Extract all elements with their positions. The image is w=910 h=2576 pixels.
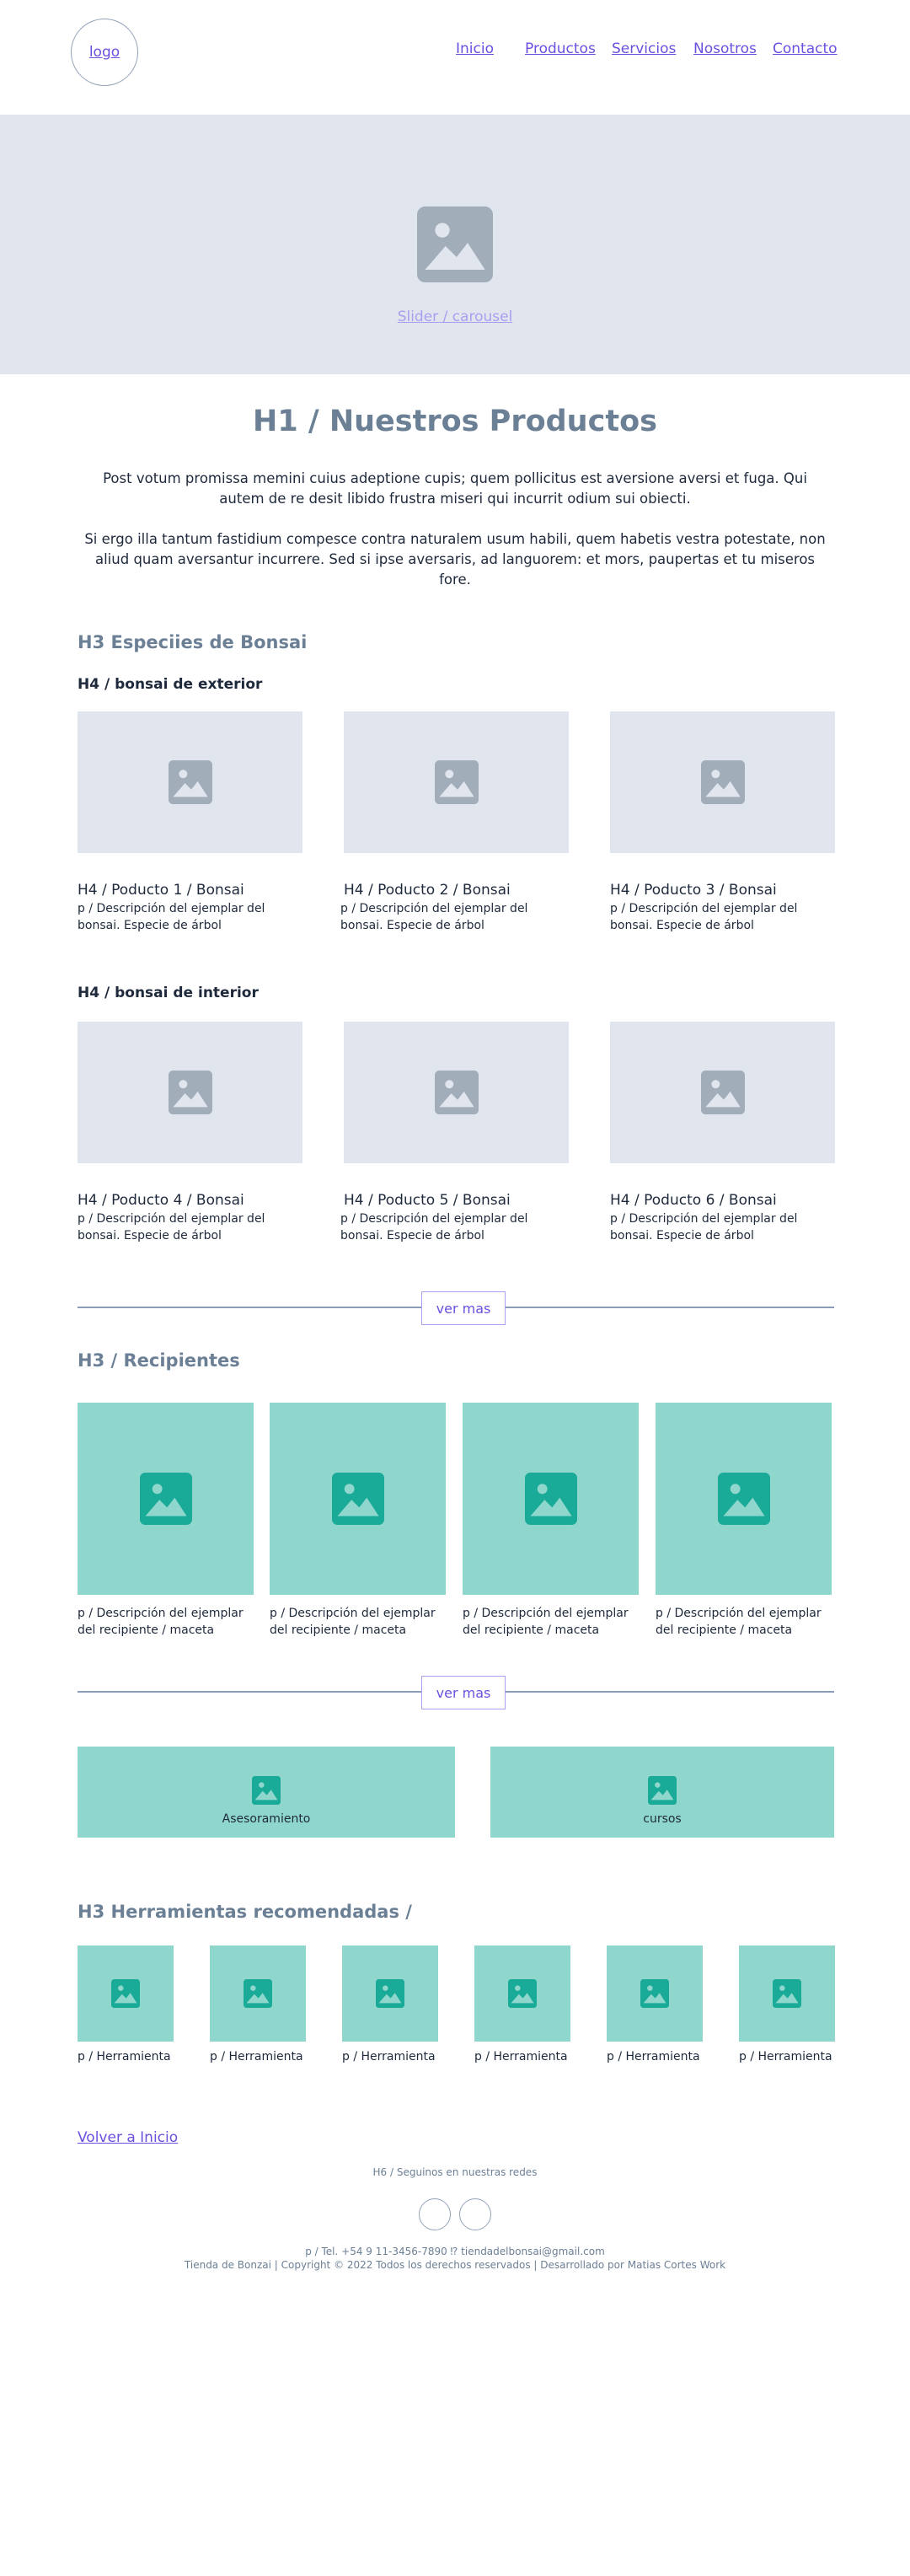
product-image[interactable]: [344, 1022, 569, 1163]
recipient-description: p / Descripción del ejemplar del recipie…: [78, 1607, 244, 1637]
page-title: H1 / Nuestros Productos: [253, 405, 657, 438]
recipientes-title: H3 / Recipientes: [78, 1350, 240, 1371]
image-placeholder-icon: [640, 1979, 669, 2008]
service-cursos[interactable]: cursos: [490, 1747, 834, 1838]
social-icon[interactable]: [419, 2198, 451, 2230]
product-image[interactable]: [610, 1022, 835, 1163]
tool-image[interactable]: [342, 1945, 438, 2042]
product-description: p / Descripción del ejemplar del bonsai.…: [340, 1212, 528, 1242]
tool-image[interactable]: [474, 1945, 570, 2042]
product-description: p / Descripción del ejemplar del bonsai.…: [610, 1212, 798, 1242]
service-asesoramiento[interactable]: Asesoramiento: [78, 1747, 455, 1838]
tool-image[interactable]: [607, 1945, 703, 2042]
image-placeholder-icon: [417, 207, 493, 282]
tool-label: p / Herramienta: [210, 2050, 303, 2063]
intro-paragraph-2: Si ergo illa tantum fastidium compesce c…: [84, 531, 826, 588]
tool-image[interactable]: [210, 1945, 306, 2042]
tool-label: p / Herramienta: [607, 2050, 700, 2063]
recipient-image[interactable]: [656, 1403, 832, 1595]
ver-mas-button[interactable]: ver mas: [421, 1291, 506, 1325]
recipient-image[interactable]: [463, 1403, 639, 1595]
recipient-description: p / Descripción del ejemplar del recipie…: [656, 1607, 822, 1637]
image-placeholder-icon: [252, 1776, 281, 1805]
image-placeholder-icon: [508, 1979, 537, 2008]
slider-caption[interactable]: Slider / carousel: [0, 309, 910, 325]
tool-image[interactable]: [78, 1945, 174, 2042]
image-placeholder-icon: [701, 760, 745, 804]
nav-productos[interactable]: Productos: [525, 40, 596, 57]
social-title: H6 / Seguinos en nuestras redes: [372, 2166, 538, 2178]
ver-mas-button[interactable]: ver mas: [421, 1676, 506, 1709]
nav-nosotros[interactable]: Nosotros: [693, 40, 757, 57]
contact-info: p / Tel. +54 9 11-3456-7890 ⁉ tiendadelb…: [305, 2246, 605, 2257]
product-description: p / Descripción del ejemplar del bonsai.…: [340, 902, 528, 932]
image-placeholder-icon: [718, 1473, 770, 1525]
image-placeholder-icon: [111, 1979, 140, 2008]
image-placeholder-icon: [376, 1979, 404, 2008]
image-placeholder-icon: [435, 760, 479, 804]
image-placeholder-icon: [169, 760, 212, 804]
image-placeholder-icon: [525, 1473, 577, 1525]
recipient-image[interactable]: [270, 1403, 446, 1595]
tool-label: p / Herramienta: [78, 2050, 171, 2063]
image-placeholder-icon: [244, 1979, 272, 2008]
product-title: H4 / Poducto 5 / Bonsai: [344, 1192, 511, 1209]
tool-label: p / Herramienta: [474, 2050, 568, 2063]
product-title: H4 / Poducto 4 / Bonsai: [78, 1192, 244, 1209]
product-description: p / Descripción del ejemplar del bonsai.…: [78, 1212, 265, 1242]
image-placeholder-icon: [332, 1473, 384, 1525]
product-title: H4 / Poducto 3 / Bonsai: [610, 882, 777, 899]
tool-image[interactable]: [739, 1945, 835, 2042]
product-description: p / Descripción del ejemplar del bonsai.…: [78, 902, 265, 932]
product-image[interactable]: [78, 1022, 302, 1163]
image-placeholder-icon: [701, 1071, 745, 1114]
back-to-home-link[interactable]: Volver a Inicio: [78, 2129, 178, 2146]
image-placeholder-icon: [773, 1979, 801, 2008]
product-image[interactable]: [610, 711, 835, 853]
image-placeholder-icon: [435, 1071, 479, 1114]
product-title: H4 / Poducto 1 / Bonsai: [78, 882, 244, 899]
nav-servicios[interactable]: Servicios: [612, 40, 676, 57]
recipient-description: p / Descripción del ejemplar del recipie…: [270, 1607, 436, 1637]
bonsai-section-title: H3 Especiies de Bonsai: [78, 632, 308, 652]
service-label: cursos: [643, 1812, 682, 1826]
intro-paragraph-1: Post votum promissa memini cuius adeptio…: [103, 470, 807, 507]
copyright: Tienda de Bonzai | Copyright © 2022 Todo…: [184, 2259, 726, 2271]
image-placeholder-icon: [140, 1473, 192, 1525]
interior-subtitle: H4 / bonsai de interior: [78, 985, 259, 1001]
product-image[interactable]: [78, 711, 302, 853]
hero-slider[interactable]: Slider / carousel: [0, 115, 910, 374]
product-title: H4 / Poducto 2 / Bonsai: [344, 882, 511, 899]
tools-title: H3 Herramientas recomendadas /: [78, 1902, 412, 1922]
recipient-image[interactable]: [78, 1403, 254, 1595]
image-placeholder-icon: [648, 1776, 677, 1805]
logo-link[interactable]: logo: [71, 19, 138, 86]
recipient-description: p / Descripción del ejemplar del recipie…: [463, 1607, 629, 1637]
nav-inicio[interactable]: Inicio: [456, 40, 494, 57]
tool-label: p / Herramienta: [342, 2050, 436, 2063]
image-placeholder-icon: [169, 1071, 212, 1114]
social-icon[interactable]: [459, 2198, 491, 2230]
service-label: Asesoramiento: [222, 1812, 311, 1826]
product-image[interactable]: [344, 711, 569, 853]
product-description: p / Descripción del ejemplar del bonsai.…: [610, 902, 798, 932]
product-title: H4 / Poducto 6 / Bonsai: [610, 1192, 777, 1209]
site-header: logo Inicio Productos Servicios Nosotros…: [0, 0, 910, 115]
tool-label: p / Herramienta: [739, 2050, 832, 2063]
exterior-subtitle: H4 / bonsai de exterior: [78, 676, 263, 693]
nav-contacto[interactable]: Contacto: [773, 40, 838, 57]
